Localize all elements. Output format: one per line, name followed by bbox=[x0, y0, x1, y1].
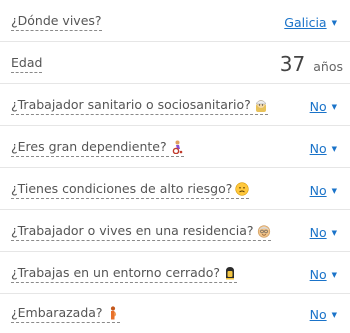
location-label: ¿Dónde vives? bbox=[11, 13, 102, 31]
worried-face-icon bbox=[235, 182, 249, 196]
vaccine-eligibility-form: ¿Dónde vives? Galicia ▼ Edad 37 años ¿Trab… bbox=[0, 0, 350, 333]
location-value: Galicia bbox=[284, 15, 327, 30]
question-label: ¿Trabajador sanitario o sociosanitario? bbox=[11, 97, 268, 115]
health-worker-icon bbox=[255, 100, 266, 112]
closed-space-icon bbox=[225, 267, 234, 280]
elderly-face-icon bbox=[257, 225, 270, 238]
pregnant-woman-icon bbox=[110, 306, 116, 320]
question-row-pregnant: ¿Embarazada? No ▼ bbox=[0, 294, 350, 333]
caret-down-icon: ▼ bbox=[331, 187, 337, 195]
caret-down-icon: ▼ bbox=[331, 229, 337, 237]
question-row-closed-environment: ¿Trabajas en un entorno cerrado? No ▼ bbox=[0, 252, 350, 294]
high-risk-select[interactable]: No ▼ bbox=[310, 183, 337, 199]
caret-down-icon: ▼ bbox=[331, 271, 337, 279]
question-label: ¿Embarazada? bbox=[11, 305, 120, 323]
pregnant-select[interactable]: No ▼ bbox=[310, 307, 337, 323]
question-label: ¿Trabajador o vives en una residencia? bbox=[11, 223, 271, 241]
question-row-health-worker: ¿Trabajador sanitario o sociosanitario? … bbox=[0, 84, 350, 126]
wheelchair-person-icon bbox=[172, 140, 182, 154]
question-label: ¿Tienes condiciones de alto riesgo? bbox=[11, 181, 250, 199]
caret-down-icon: ▼ bbox=[331, 311, 337, 319]
residence-select[interactable]: No ▼ bbox=[310, 225, 337, 241]
caret-down-icon: ▼ bbox=[331, 145, 337, 153]
health-worker-select[interactable]: No ▼ bbox=[310, 99, 337, 115]
age-label: Edad bbox=[11, 55, 43, 73]
age-value[interactable]: 37 bbox=[280, 52, 305, 76]
question-row-dependent: ¿Eres gran dependiente? No ▼ bbox=[0, 126, 350, 168]
location-select[interactable]: Galicia ▼ bbox=[284, 15, 337, 31]
question-label: ¿Eres gran dependiente? bbox=[11, 139, 184, 157]
question-row-residence: ¿Trabajador o vives en una residencia? N… bbox=[0, 210, 350, 252]
location-row: ¿Dónde vives? Galicia ▼ bbox=[0, 0, 350, 42]
closed-environment-select[interactable]: No ▼ bbox=[310, 267, 337, 283]
dependent-select[interactable]: No ▼ bbox=[310, 141, 337, 157]
question-row-high-risk: ¿Tienes condiciones de alto riesgo? No ▼ bbox=[0, 168, 350, 210]
age-field[interactable]: 37 años bbox=[280, 53, 343, 75]
caret-down-icon: ▼ bbox=[331, 19, 337, 27]
question-label: ¿Trabajas en un entorno cerrado? bbox=[11, 265, 237, 283]
age-row: Edad 37 años bbox=[0, 42, 350, 84]
age-unit: años bbox=[313, 59, 343, 74]
caret-down-icon: ▼ bbox=[331, 103, 337, 111]
